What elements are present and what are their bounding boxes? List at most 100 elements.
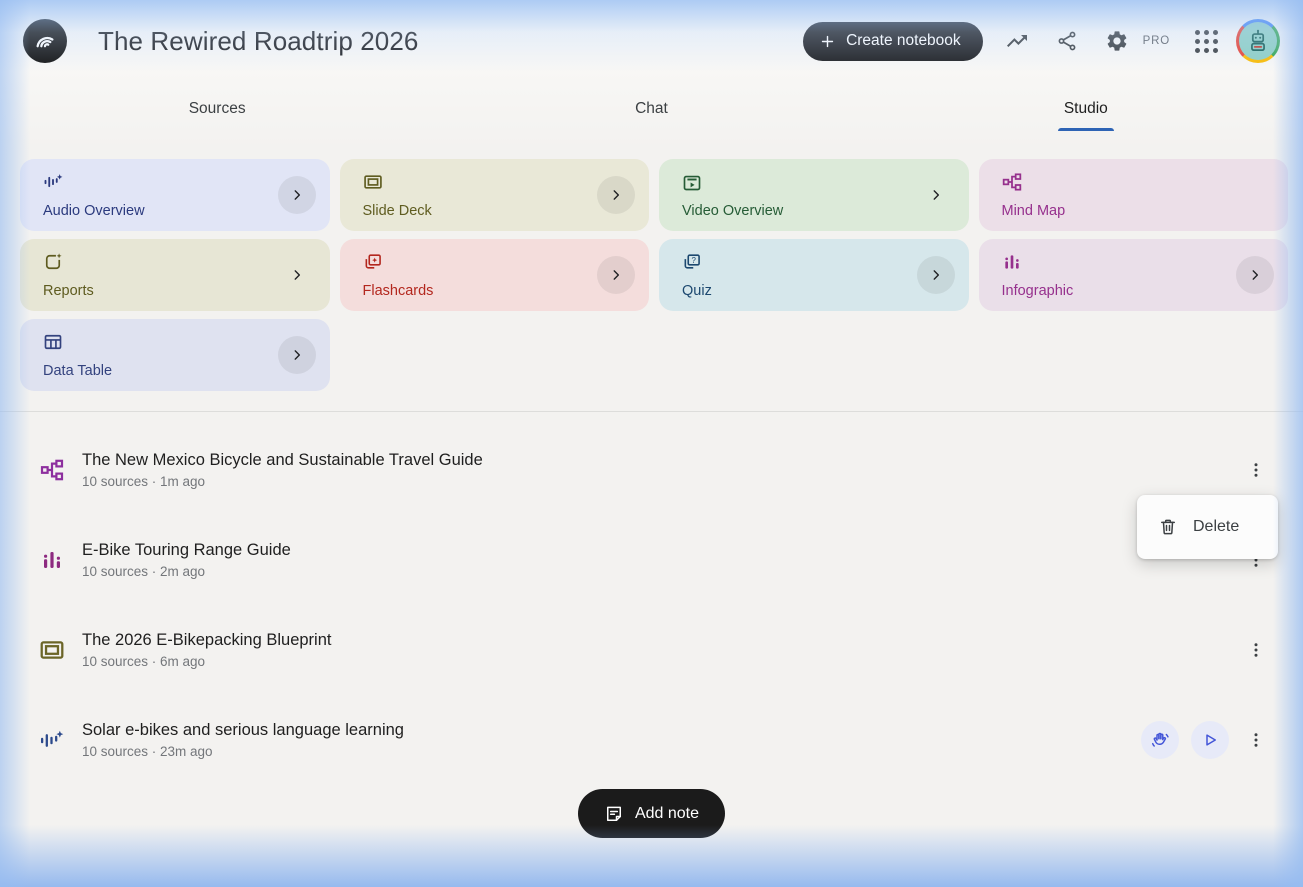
create-notebook-button[interactable]: Create notebook xyxy=(803,21,983,61)
studio-card-infographic[interactable]: Infographic xyxy=(978,239,1288,311)
trending-up-icon xyxy=(1006,35,1027,47)
chevron-right-icon[interactable] xyxy=(277,336,316,374)
card-label: Reports xyxy=(43,283,94,299)
artifact-list: The New Mexico Bicycle and Sustainable T… xyxy=(0,425,1303,785)
logo-wave-icon xyxy=(36,36,54,48)
card-label: Data Table xyxy=(43,363,113,379)
audio-waveform-sparkle-icon xyxy=(38,728,65,753)
add-note-wrap: Add note xyxy=(0,789,1303,838)
share-button[interactable] xyxy=(1047,21,1087,61)
artifact-text: The New Mexico Bicycle and Sustainable T… xyxy=(82,451,1241,489)
chevron-right-icon[interactable] xyxy=(1236,256,1274,294)
create-notebook-label: Create notebook xyxy=(846,32,961,49)
artifact-row-audio-overview[interactable]: Solar e-bikes and serious language learn… xyxy=(0,695,1303,785)
active-tab-underline xyxy=(1057,128,1114,131)
tab-chat-label: Chat xyxy=(635,99,668,117)
card-label: Slide Deck xyxy=(362,203,432,219)
card-label: Infographic xyxy=(1001,283,1074,299)
note-icon xyxy=(606,806,621,821)
kebab-menu-icon xyxy=(1254,643,1258,657)
card-label: Flashcards xyxy=(362,283,434,299)
studio-card-audio-overview[interactable]: Audio Overview xyxy=(20,159,330,231)
card-label: Audio Overview xyxy=(43,203,145,219)
kebab-menu-icon xyxy=(1254,733,1258,747)
more-options-button[interactable] xyxy=(1241,630,1271,670)
artifact-title: Solar e-bikes and serious language learn… xyxy=(82,721,404,739)
mind-map-icon xyxy=(1002,172,1022,192)
more-options-button[interactable] xyxy=(1241,720,1271,760)
artifact-text: Solar e-bikes and serious language learn… xyxy=(82,721,1141,759)
add-note-button[interactable]: Add note xyxy=(577,789,726,838)
mind-map-icon xyxy=(38,458,65,482)
studio-card-video-overview[interactable]: Video Overview xyxy=(659,159,969,231)
chevron-right-icon[interactable] xyxy=(916,256,955,294)
artifact-title: The New Mexico Bicycle and Sustainable T… xyxy=(82,451,483,469)
reports-sparkle-icon xyxy=(43,252,63,272)
main-tabs: Sources Chat Studio xyxy=(0,86,1303,131)
account-avatar[interactable] xyxy=(1236,19,1280,63)
google-apps-button[interactable] xyxy=(1186,21,1226,61)
studio-card-quiz[interactable]: ? Quiz xyxy=(659,239,969,311)
avatar-robot-icon xyxy=(1239,22,1277,60)
notebooklm-logo[interactable] xyxy=(23,19,67,63)
audio-waveform-sparkle-icon xyxy=(43,172,63,192)
play-icon xyxy=(1206,734,1216,746)
artifact-meta: 10 sources · 23m ago xyxy=(82,744,213,759)
studio-card-mind-map[interactable]: Mind Map xyxy=(978,159,1288,231)
more-options-button[interactable] xyxy=(1241,450,1271,490)
slide-deck-icon xyxy=(363,172,383,192)
artifact-meta: 10 sources · 2m ago xyxy=(82,564,206,579)
notebook-title[interactable]: The Rewired Roadtrip 2026 xyxy=(98,26,418,57)
kebab-menu-icon xyxy=(1254,463,1258,477)
share-icon xyxy=(1058,31,1076,51)
section-divider xyxy=(0,411,1303,412)
card-label: Quiz xyxy=(682,283,712,299)
apps-grid-icon xyxy=(1194,29,1218,53)
artifact-meta: 10 sources · 6m ago xyxy=(82,654,206,669)
tab-studio[interactable]: Studio xyxy=(869,86,1303,131)
studio-card-data-table[interactable]: Data Table xyxy=(20,319,330,391)
tab-sources-label: Sources xyxy=(188,99,246,117)
chevron-right-icon[interactable] xyxy=(278,256,316,294)
chevron-right-icon[interactable] xyxy=(917,176,955,214)
video-overview-icon xyxy=(682,172,702,192)
app-header: The Rewired Roadtrip 2026 Create noteboo… xyxy=(0,0,1303,82)
chevron-right-icon[interactable] xyxy=(597,176,635,214)
card-label: Video Overview xyxy=(682,203,784,219)
quiz-icon: ? xyxy=(682,252,702,272)
delete-menu-label: Delete xyxy=(1193,518,1240,535)
tab-studio-label: Studio xyxy=(1063,99,1108,117)
chevron-right-icon[interactable] xyxy=(277,176,316,214)
context-menu: Delete xyxy=(1137,495,1278,559)
artifact-text: E-Bike Touring Range Guide 10 sources · … xyxy=(82,541,1241,579)
studio-card-reports[interactable]: Reports xyxy=(20,239,330,311)
studio-card-slide-deck[interactable]: Slide Deck xyxy=(339,159,649,231)
chevron-right-icon[interactable] xyxy=(597,256,635,294)
pro-badge: PRO xyxy=(1142,35,1170,47)
plus-icon xyxy=(821,35,834,47)
artifact-title: The 2026 E-Bikepacking Blueprint xyxy=(82,631,332,649)
gear-icon xyxy=(1107,31,1127,51)
artifact-text: The 2026 E-Bikepacking Blueprint 10 sour… xyxy=(82,631,1241,669)
infographic-bars-icon xyxy=(38,548,65,572)
tab-sources[interactable]: Sources xyxy=(0,86,434,131)
artifact-row-mind-map[interactable]: The New Mexico Bicycle and Sustainable T… xyxy=(0,425,1303,515)
artifact-title: E-Bike Touring Range Guide xyxy=(82,541,291,559)
waving-hand-icon xyxy=(1151,732,1169,747)
artifact-meta: 10 sources · 1m ago xyxy=(82,474,206,489)
artifact-row-infographic[interactable]: E-Bike Touring Range Guide 10 sources · … xyxy=(0,515,1303,605)
play-audio-button[interactable] xyxy=(1191,721,1229,759)
delete-menu-item[interactable]: Delete xyxy=(1137,508,1278,546)
flashcards-icon xyxy=(363,252,383,272)
trash-icon xyxy=(1161,519,1175,535)
artifact-row-slide-deck[interactable]: The 2026 E-Bikepacking Blueprint 10 sour… xyxy=(0,605,1303,695)
tab-chat[interactable]: Chat xyxy=(434,86,868,131)
data-table-icon xyxy=(43,332,63,352)
settings-button[interactable] xyxy=(1097,21,1137,61)
studio-card-flashcards[interactable]: Flashcards xyxy=(339,239,649,311)
add-note-label: Add note xyxy=(634,804,700,822)
studio-cards-grid: Audio Overview Slide Deck Video Overview xyxy=(20,159,1288,391)
slide-deck-icon xyxy=(38,637,65,663)
analytics-button[interactable] xyxy=(997,21,1037,61)
interactive-mode-button[interactable] xyxy=(1141,721,1179,759)
